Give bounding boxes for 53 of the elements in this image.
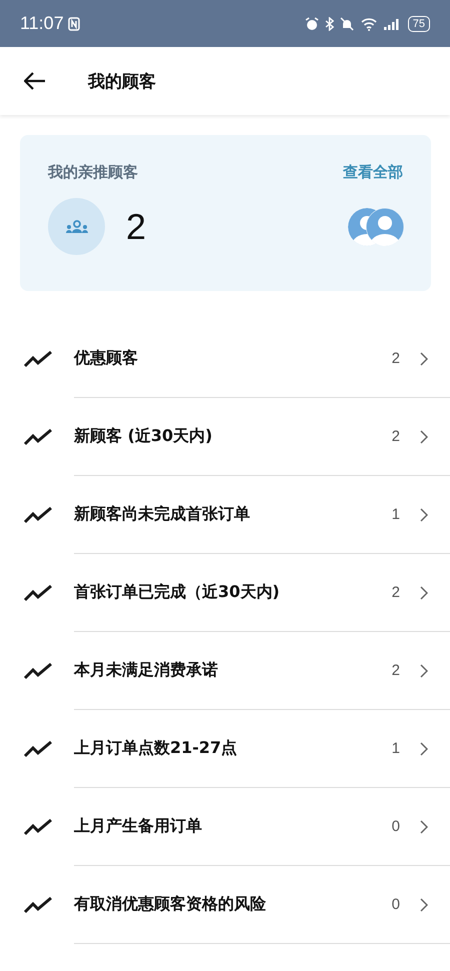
trend-line-icon [23,740,53,758]
bluetooth-icon [324,16,334,30]
chevron-right-icon [420,508,428,522]
item-label: 新顾客 (近30天内) [74,426,214,447]
nfc-icon [68,16,80,30]
page-title: 我的顾客 [88,70,156,92]
list-item[interactable]: 本月未满足消费承诺 2 [0,632,450,710]
item-label: 优惠顾客 [74,348,139,369]
item-count: 1 [392,506,400,523]
chevron-right-icon [420,664,428,678]
trend-line-icon [23,662,53,680]
battery-indicator: 75 [408,16,430,32]
list-item[interactable]: 新顾客 (近30天内) 2 [0,398,450,476]
list-item[interactable]: 有取消优惠顾客资格的风险 0 [0,866,450,944]
back-arrow-icon [24,72,46,90]
item-count: 2 [392,584,400,601]
list-item[interactable]: 新顾客尚未完成首张订单 1 [0,476,450,554]
chevron-right-icon [420,742,428,756]
chevron-right-icon [420,898,428,912]
item-count: 0 [392,896,400,913]
wifi-icon [360,16,378,30]
item-count: 2 [392,350,400,367]
chevron-right-icon [420,820,428,834]
customer-avatars-icon [347,206,405,246]
item-count: 1 [392,740,400,757]
card-title: 我的亲推顾客 [48,163,138,182]
trend-line-icon [23,350,53,368]
trend-line-icon [23,584,53,602]
item-label: 本月未满足消费承诺 [74,660,219,681]
chevron-right-icon [420,430,428,444]
list-item[interactable]: 优惠顾客 2 [0,320,450,398]
item-label: 有取消优惠顾客资格的风险 [74,894,267,915]
item-count: 0 [392,818,400,835]
alarm-icon [304,16,319,30]
clock-time: 11:07 [20,13,64,34]
item-label: 上月订单点数21-27点 [74,738,238,759]
item-label: 上月产生备用订单 [74,816,203,837]
list-item[interactable]: 上月产生备用订单 0 [0,788,450,866]
list-item[interactable]: 首张订单已完成（近30天内) 2 [0,554,450,632]
item-label: 首张订单已完成（近30天内) [74,582,281,603]
trend-line-icon [23,428,53,446]
list-item[interactable]: 上月订单点数21-27点 1 [0,710,450,788]
item-count: 2 [392,428,400,445]
chevron-right-icon [420,586,428,600]
item-count: 2 [392,662,400,679]
customer-count: 2 [126,206,148,248]
trend-line-icon [23,818,53,836]
chevron-right-icon [420,352,428,366]
trend-line-icon [23,896,53,914]
item-label: 新顾客尚未完成首张订单 [74,504,251,525]
trend-line-icon [23,506,53,524]
muted-bell-icon [340,16,354,30]
group-icon [66,220,88,234]
